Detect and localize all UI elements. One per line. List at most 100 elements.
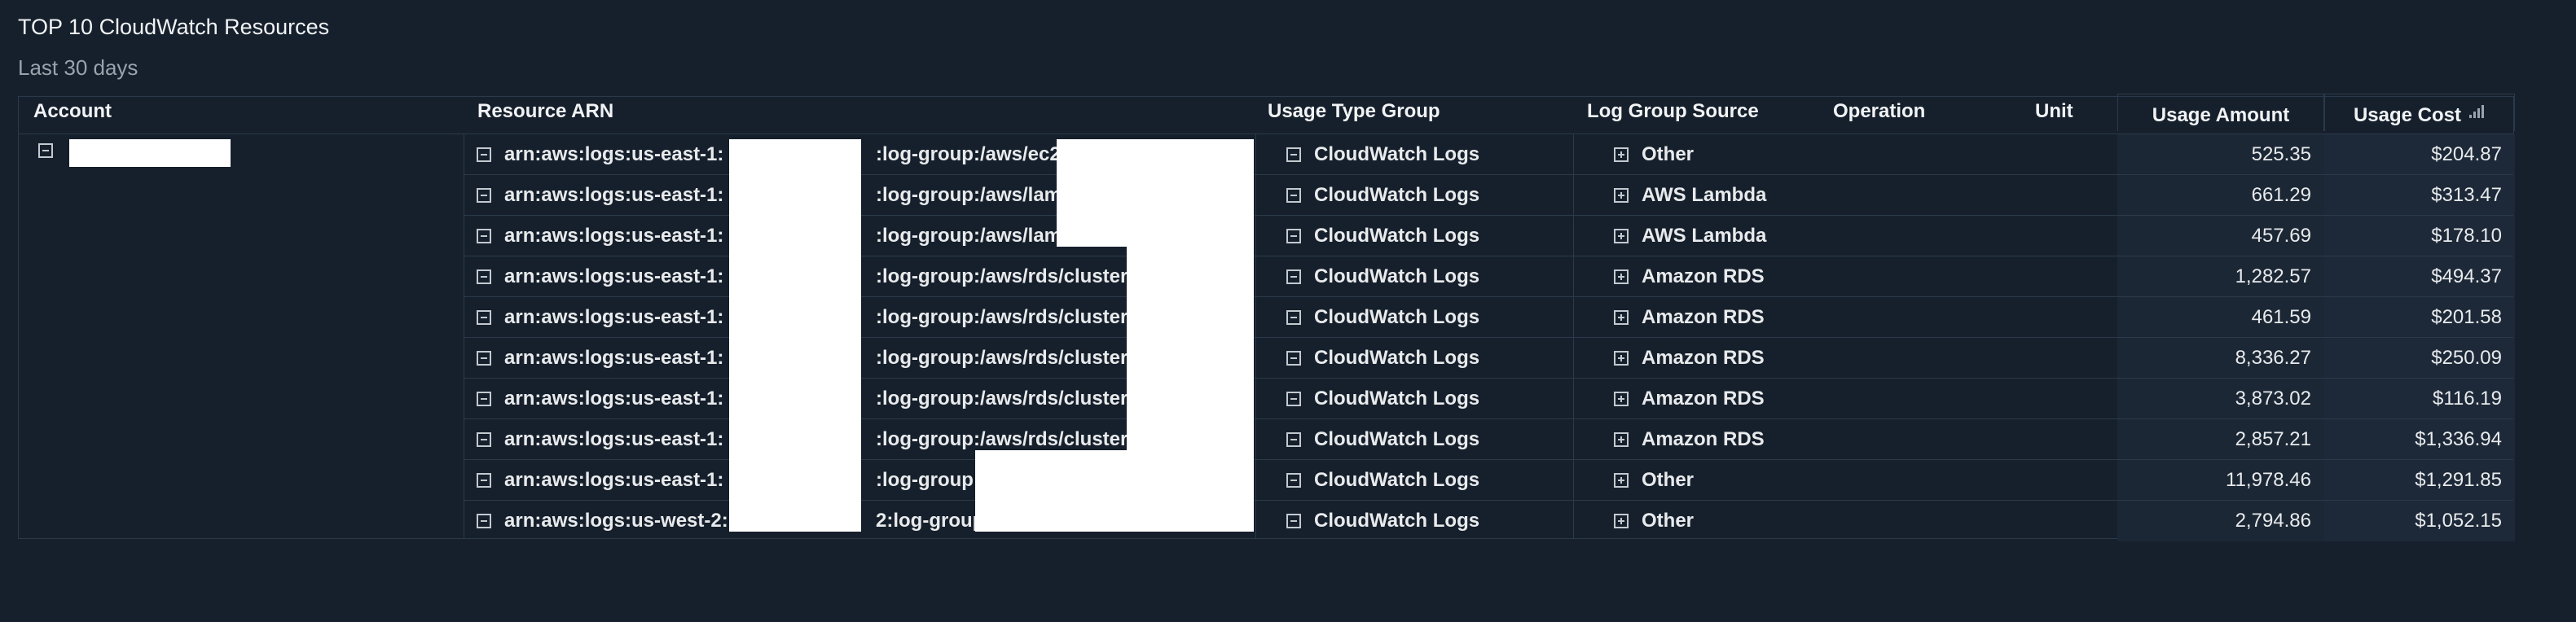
minus-square-icon[interactable] [1286, 188, 1301, 203]
col-header-operation[interactable]: Operation [1833, 97, 1925, 134]
usage-amount-cell: 2,857.21 [2117, 419, 2324, 460]
usage-type-group-cell: CloudWatch Logs [1286, 501, 1588, 541]
resource-arn-suffix: :log-group:/aws/ec2/ [876, 143, 1066, 165]
usage-cost-cell: $1,336.94 [2324, 419, 2515, 460]
plus-square-icon[interactable] [1614, 269, 1629, 284]
usage-amount-value: 8,336.27 [2235, 347, 2311, 369]
log-group-source-cell: Amazon RDS [1614, 256, 1858, 297]
log-group-source-value: Other [1642, 469, 1695, 491]
redacted-log-group-name [1057, 139, 1254, 247]
minus-square-icon[interactable] [1286, 229, 1301, 243]
resource-arn-prefix: arn:aws:logs:us-east-1: [504, 306, 724, 328]
usage-amount-cell: 8,336.27 [2117, 338, 2324, 379]
minus-square-icon[interactable] [38, 143, 53, 158]
log-group-source-value: AWS Lambda [1642, 184, 1767, 206]
log-group-source-value: Other [1642, 510, 1695, 532]
plus-square-icon[interactable] [1614, 147, 1629, 162]
usage-type-group-value: CloudWatch Logs [1314, 143, 1480, 165]
minus-square-icon[interactable] [1286, 147, 1301, 162]
resource-arn-prefix: arn:aws:logs:us-east-1: [504, 265, 724, 287]
col-header-usage-amount-label: Usage Amount [2152, 104, 2290, 126]
usage-type-group-value: CloudWatch Logs [1314, 184, 1480, 206]
minus-square-icon[interactable] [477, 473, 491, 488]
minus-square-icon[interactable] [1286, 514, 1301, 528]
usage-cost-cell: $201.58 [2324, 297, 2515, 338]
resources-table: Account Resource ARN Usage Type Group Lo… [18, 94, 2515, 541]
col-header-unit[interactable]: Unit [2035, 97, 2073, 134]
minus-square-icon[interactable] [1286, 269, 1301, 284]
log-group-source-value: Amazon RDS [1642, 388, 1765, 410]
usage-type-group-value: CloudWatch Logs [1314, 225, 1480, 247]
usage-type-group-cell: CloudWatch Logs [1286, 134, 1588, 175]
minus-square-icon[interactable] [1286, 432, 1301, 447]
resource-arn-suffix: :log-group:/ [876, 469, 986, 491]
usage-amount-cell: 3,873.02 [2117, 379, 2324, 419]
resource-arn-prefix: arn:aws:logs:us-east-1: [504, 184, 724, 206]
usage-type-group-cell: CloudWatch Logs [1286, 379, 1588, 419]
col-header-account[interactable]: Account [33, 97, 112, 134]
resource-arn-prefix: arn:aws:logs:us-east-1: [504, 143, 724, 165]
minus-square-icon[interactable] [477, 432, 491, 447]
plus-square-icon[interactable] [1614, 392, 1629, 406]
minus-square-icon[interactable] [477, 269, 491, 284]
minus-square-icon[interactable] [1286, 351, 1301, 366]
col-header-usage-cost[interactable]: Usage Cost [2324, 94, 2515, 131]
usage-cost-cell: $1,052.15 [2324, 501, 2515, 541]
redacted-log-group-name [1127, 247, 1254, 532]
plus-square-icon[interactable] [1614, 188, 1629, 203]
usage-amount-value: 11,978.46 [2226, 469, 2311, 491]
minus-square-icon[interactable] [477, 351, 491, 366]
plus-square-icon[interactable] [1614, 229, 1629, 243]
log-group-source-value: Amazon RDS [1642, 306, 1765, 328]
minus-square-icon[interactable] [477, 229, 491, 243]
plus-square-icon[interactable] [1614, 351, 1629, 366]
usage-amount-cell: 457.69 [2117, 216, 2324, 256]
col-header-usage-cost-label: Usage Cost [2353, 104, 2462, 126]
col-header-usage-amount[interactable]: Usage Amount [2117, 94, 2324, 131]
log-group-source-cell: Amazon RDS [1614, 338, 1858, 379]
usage-type-group-value: CloudWatch Logs [1314, 265, 1480, 287]
log-group-source-value: Amazon RDS [1642, 347, 1765, 369]
log-group-source-value: AWS Lambda [1642, 225, 1767, 247]
sort-icon[interactable] [2469, 105, 2486, 118]
minus-square-icon[interactable] [477, 147, 491, 162]
plus-square-icon[interactable] [1614, 432, 1629, 447]
usage-amount-value: 461.59 [2251, 306, 2311, 328]
plus-square-icon[interactable] [1614, 514, 1629, 528]
usage-type-group-value: CloudWatch Logs [1314, 510, 1480, 532]
minus-square-icon[interactable] [477, 392, 491, 406]
log-group-source-cell: AWS Lambda [1614, 216, 1858, 256]
usage-amount-value: 2,857.21 [2235, 428, 2311, 450]
minus-square-icon[interactable] [477, 514, 491, 528]
usage-amount-cell: 661.29 [2117, 175, 2324, 216]
minus-square-icon[interactable] [1286, 392, 1301, 406]
usage-cost-cell: $313.47 [2324, 175, 2515, 216]
usage-amount-value: 525.35 [2251, 143, 2311, 165]
usage-cost-value: $116.19 [2433, 388, 2502, 410]
resource-arn-suffix: :log-group:/aws/lam [876, 225, 1062, 247]
log-group-source-cell: AWS Lambda [1614, 175, 1858, 216]
col-header-log-group-source[interactable]: Log Group Source [1587, 97, 1759, 134]
usage-cost-cell: $494.37 [2324, 256, 2515, 297]
usage-cost-value: $204.87 [2431, 143, 2502, 165]
minus-square-icon[interactable] [1286, 473, 1301, 488]
usage-type-group-value: CloudWatch Logs [1314, 306, 1480, 328]
plus-square-icon[interactable] [1614, 310, 1629, 325]
redacted-account-number [729, 139, 861, 532]
log-group-source-cell: Amazon RDS [1614, 297, 1858, 338]
usage-amount-value: 661.29 [2251, 184, 2311, 206]
usage-type-group-cell: CloudWatch Logs [1286, 338, 1588, 379]
usage-type-group-cell: CloudWatch Logs [1286, 216, 1588, 256]
resource-arn-prefix: arn:aws:logs:us-east-1: [504, 469, 724, 491]
minus-square-icon[interactable] [477, 188, 491, 203]
usage-cost-value: $1,052.15 [2415, 510, 2502, 532]
resource-arn-suffix: :log-group:/aws/rds/cluster/ [876, 347, 1134, 369]
resource-arn-suffix: :log-group:/aws/rds/cluster/ [876, 306, 1134, 328]
col-header-resource-arn[interactable]: Resource ARN [477, 97, 613, 134]
minus-square-icon[interactable] [1286, 310, 1301, 325]
usage-cost-value: $1,336.94 [2415, 428, 2502, 450]
minus-square-icon[interactable] [477, 310, 491, 325]
usage-cost-cell: $204.87 [2324, 134, 2515, 175]
col-header-usage-type-group[interactable]: Usage Type Group [1268, 97, 1440, 134]
plus-square-icon[interactable] [1614, 473, 1629, 488]
